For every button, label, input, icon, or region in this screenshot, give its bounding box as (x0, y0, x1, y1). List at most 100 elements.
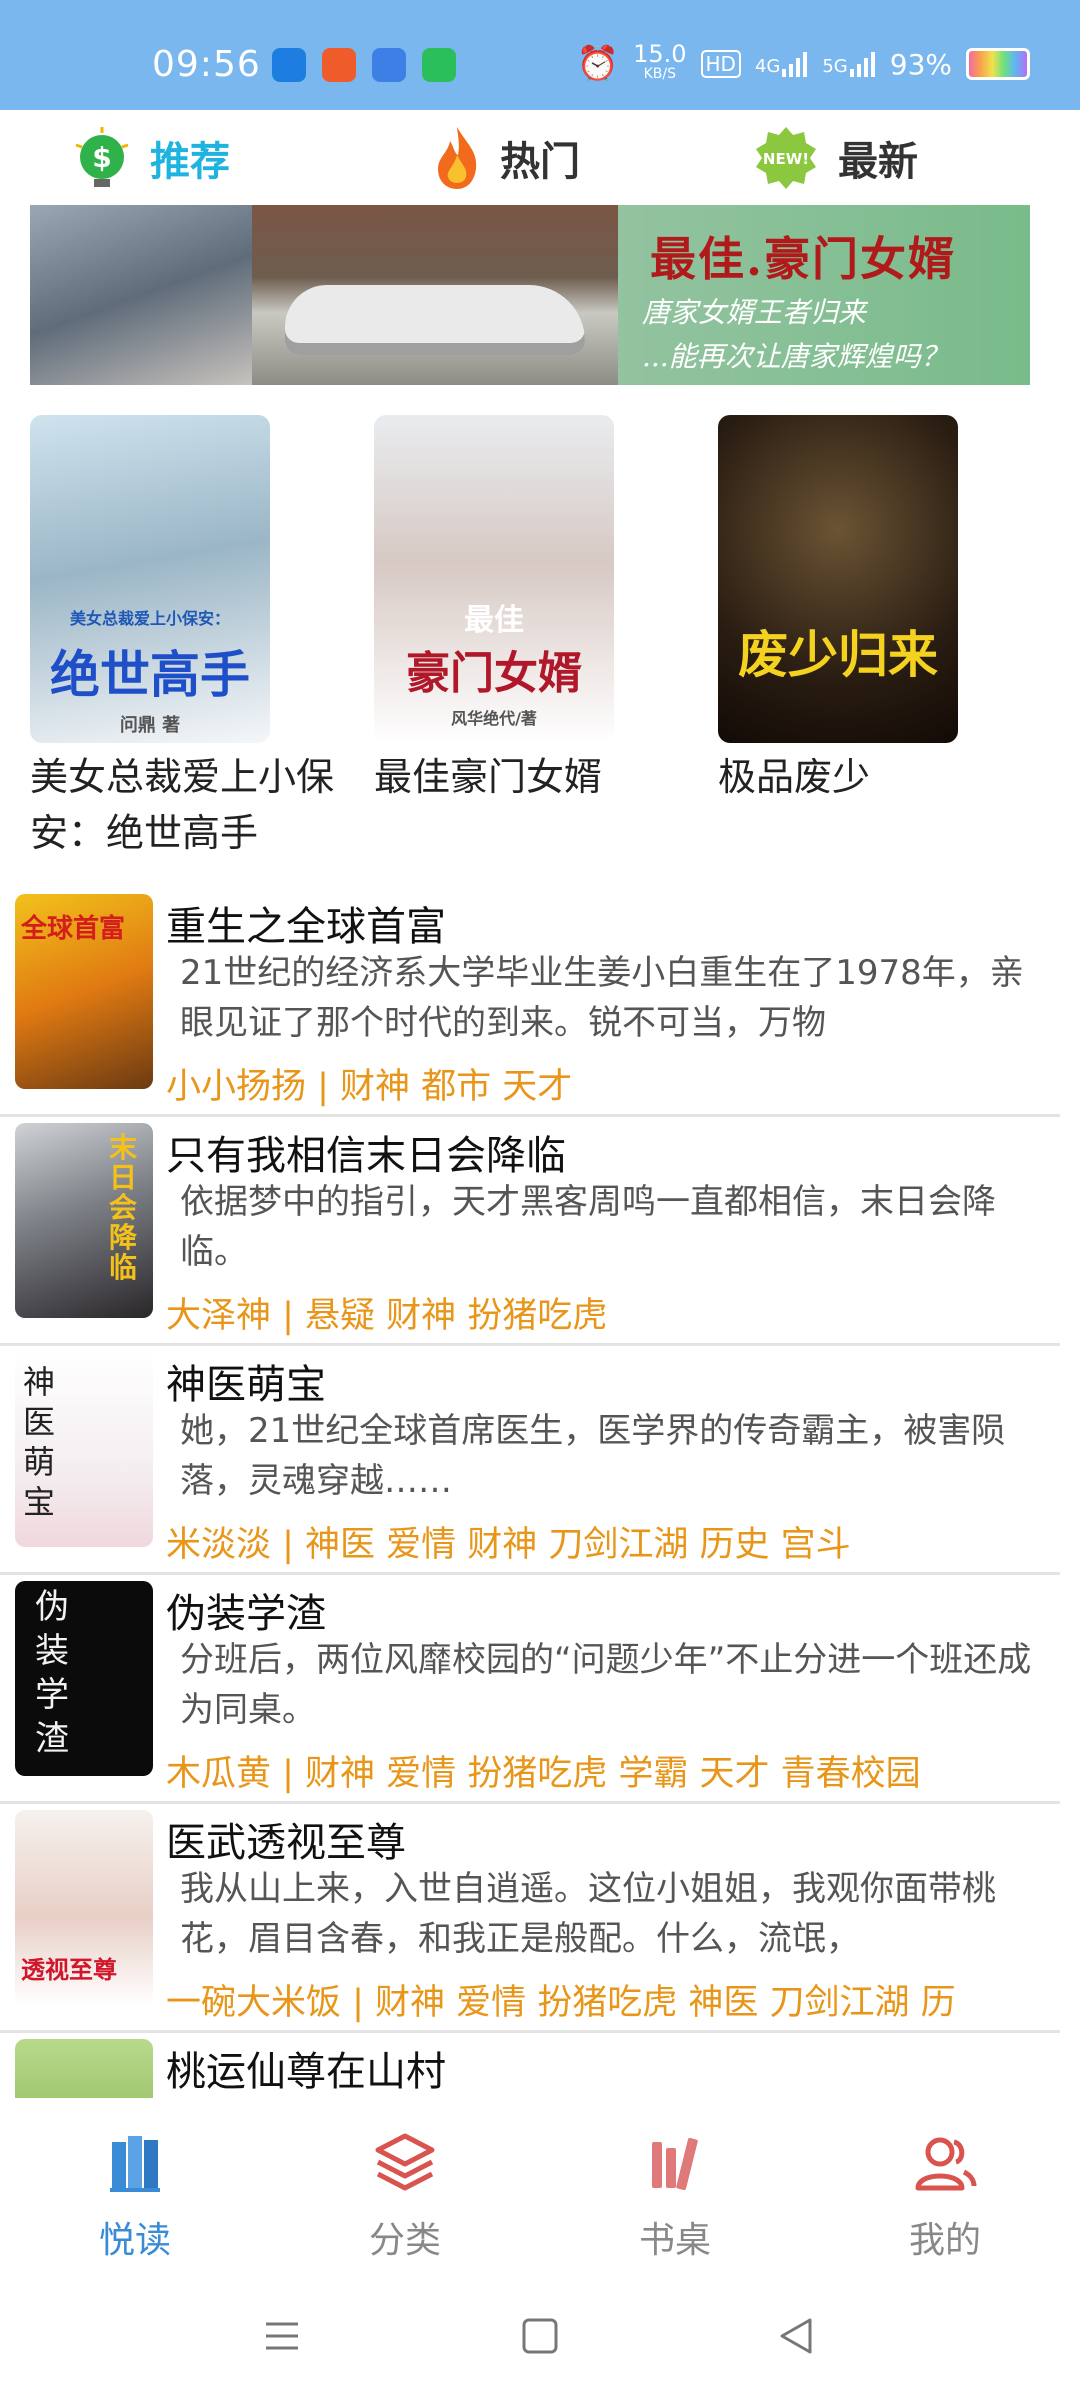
net-speed-unit: KB/S (643, 66, 676, 82)
back-icon[interactable] (776, 2316, 816, 2356)
book-tags: 大泽神 | 悬疑 财神 扮猪吃虎 (166, 1296, 608, 1336)
list-item[interactable]: 透视至尊 医武透视至尊 我从山上来，入世自逍遥。这位小姐姐，我观你面带桃花，眉目… (0, 1804, 1060, 2033)
tab-newest[interactable]: NEW! 最新 (752, 110, 918, 205)
book-tags: 米淡淡 | 神医 爱情 财神 刀剑江湖 历史 宫斗 (166, 1525, 851, 1565)
thumb-title: 透视至尊 (21, 1956, 117, 1984)
book-title: 医武透视至尊 (166, 1820, 406, 1866)
status-time: 09:56 (152, 44, 261, 85)
book-thumbnail: 透视至尊 (15, 1810, 153, 2005)
book-tags: 一碗大米饭 | 财神 爱情 扮猪吃虎 神医 刀剑江湖 历 (166, 1983, 956, 2023)
app-notification-icon (272, 48, 306, 82)
promo-banner[interactable]: 最佳.豪门女婿 唐家女婿王者归来 ...能再次让唐家辉煌吗？ (30, 205, 1030, 385)
nav-read[interactable]: 悦读 (45, 2128, 225, 2263)
book-title: 只有我相信末日会降临 (166, 1133, 566, 1179)
tab-hot[interactable]: 热门 (432, 110, 580, 205)
signal-bars-icon (782, 52, 808, 77)
book-description: 她，21世纪全球首席医生，医学界的传奇霸主，被害陨落，灵魂穿越…… (180, 1411, 1006, 1501)
book-tags: 小小扬扬 | 财神 都市 天才 (166, 1067, 573, 1107)
book-list: 全球首富 重生之全球首富 21世纪的经济系大学毕业生姜小白重生在了1978年，亲… (0, 888, 1080, 2113)
book-title: 重生之全球首富 (166, 904, 446, 950)
nav-desk[interactable]: 书桌 (585, 2128, 765, 2263)
list-item[interactable]: 全球首富 重生之全球首富 21世纪的经济系大学毕业生姜小白重生在了1978年，亲… (0, 888, 1060, 1117)
tab-hot-label: 热门 (500, 138, 580, 185)
book-description: 依据梦中的指引，天才黑客周鸣一直都相信，末日会降临。 (180, 1182, 996, 1272)
alarm-icon: ⏰ (576, 44, 620, 84)
nav-mine-label: 我的 (908, 2220, 981, 2261)
banner-car-shape (285, 285, 585, 355)
fire-icon (438, 126, 477, 189)
tab-newest-label: 最新 (838, 138, 918, 185)
battery-percent: 93% (889, 47, 952, 81)
book-thumbnail: 末日会降临 (15, 1123, 153, 1318)
lightbulb-dollar-icon: $ (75, 126, 129, 187)
app-notification-icon (422, 48, 456, 82)
featured-book-title: 最佳豪门女婿 (374, 755, 603, 799)
app-notification-icon (372, 48, 406, 82)
signal-bars-icon (849, 52, 875, 77)
list-item[interactable]: 末日会降临 只有我相信末日会降临 依据梦中的指引，天才黑客周鸣一直都相信，末日会… (0, 1117, 1060, 1346)
book-tags: 木瓜黄 | 财神 爱情 扮猪吃虎 学霸 天才 青春校园 (166, 1754, 921, 1794)
nav-desk-label: 书桌 (638, 2220, 711, 2261)
book-title: 桃运仙尊在山村 (166, 2049, 446, 2095)
cover-title: 豪门女婿 (406, 648, 582, 699)
status-indicators: ⏰ 15.0 KB/S HD 4G 5G 93% (576, 40, 1030, 84)
book-thumbnail: 伪装学渣 (15, 1581, 153, 1776)
nav-category[interactable]: 分类 (315, 2128, 495, 2263)
banner-line-2: ...能再次让唐家辉煌吗？ (642, 340, 949, 373)
book-description: 分班后，两位风靡校园的“问题少年”不止分进一个班还成为同桌。 (180, 1640, 1032, 1730)
layers-icon (375, 2133, 435, 2191)
book-thumbnail: 神医萌宝 (15, 1352, 153, 1547)
featured-book[interactable]: 废少归来 极品废少 (718, 415, 1038, 805)
tab-recommend[interactable]: $ 推荐 (72, 110, 230, 205)
featured-book[interactable]: 美女总裁爱上小保安： 绝世高手 问鼎 著 美女总裁爱上小保安：绝世高手 (30, 415, 350, 861)
thumb-title: 全球首富 (21, 914, 126, 944)
net-speed-value: 15.0 (633, 40, 687, 68)
home-icon[interactable] (520, 2316, 560, 2356)
bookshelf-icon (652, 2137, 698, 2191)
nav-read-label: 悦读 (98, 2220, 171, 2261)
featured-book-title: 极品废少 (718, 755, 871, 799)
app-notification-icon (322, 48, 356, 82)
thumb-title: 神医萌宝 (23, 1363, 56, 1521)
banner-photo-couple (30, 205, 252, 385)
signal-4g-label: 4G (754, 56, 781, 77)
list-item[interactable]: 伪装学渣 伪装学渣 分班后，两位风靡校园的“问题少年”不止分进一个班还成为同桌。… (0, 1575, 1060, 1804)
signal-5g-label: 5G (822, 56, 848, 77)
cover-subtitle: 美女总裁爱上小保安： (69, 609, 230, 628)
tab-recommend-label: 推荐 (150, 138, 230, 185)
svg-text:$: $ (92, 141, 111, 174)
battery-icon (966, 48, 1030, 80)
top-tabs: $ 推荐 热门 NEW! 最新 (0, 110, 1080, 205)
banner-title: 最佳.豪门女婿 (650, 232, 957, 286)
book-description: 21世纪的经济系大学毕业生姜小白重生在了1978年，亲眼见证了那个时代的到来。锐… (180, 953, 1024, 1043)
banner-line-1: 唐家女婿王者归来 (642, 296, 867, 329)
books-icon (110, 2136, 160, 2192)
signal-5g-icon: 5G (822, 51, 875, 77)
book-title: 伪装学渣 (166, 1591, 326, 1637)
featured-book[interactable]: 最佳 豪门女婿 风华绝代/著 最佳豪门女婿 (374, 415, 694, 805)
status-app-icons (272, 48, 456, 82)
thumb-title: 伪装学渣 (35, 1587, 69, 1759)
hd-badge: HD (700, 50, 741, 78)
net-speed: 15.0 KB/S (633, 40, 687, 84)
thumb-title: 末日会降临 (109, 1131, 138, 1284)
cover-author: 问鼎 著 (119, 715, 181, 736)
bottom-nav: 悦读 分类 书桌 我的 (0, 2098, 1080, 2268)
book-thumbnail: 全球首富 (15, 894, 153, 1089)
user-group-icon (915, 2137, 977, 2191)
book-description: 我从山上来，入世自逍遥。这位小姐姐，我观你面带桃花，眉目含春，和我正是般配。什么… (180, 1869, 996, 1959)
book-cover: 美女总裁爱上小保安： 绝世高手 问鼎 著 (30, 415, 270, 743)
system-nav-bar (0, 2268, 1080, 2400)
status-bar: 09:56 ⏰ 15.0 KB/S HD 4G 5G 93% (0, 0, 1080, 110)
new-badge-icon: NEW! (756, 126, 816, 189)
book-cover: 废少归来 (718, 415, 958, 743)
menu-icon[interactable] (262, 2316, 302, 2356)
nav-mine[interactable]: 我的 (855, 2128, 1035, 2263)
cover-subtitle: 最佳 (464, 603, 524, 638)
book-cover: 最佳 豪门女婿 风华绝代/著 (374, 415, 614, 743)
featured-book-title: 美女总裁爱上小保安：绝世高手 (30, 755, 335, 855)
list-item[interactable]: 神医萌宝 神医萌宝 她，21世纪全球首席医生，医学界的传奇霸主，被害陨落，灵魂穿… (0, 1346, 1060, 1575)
cover-title: 废少归来 (738, 626, 938, 684)
cover-author: 风华绝代/著 (451, 709, 537, 728)
signal-4g-icon: 4G (755, 51, 808, 77)
